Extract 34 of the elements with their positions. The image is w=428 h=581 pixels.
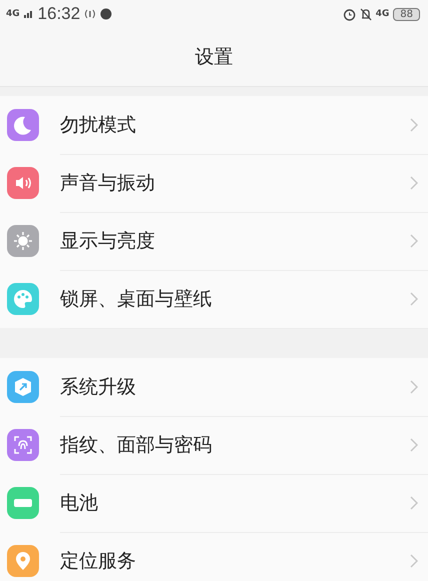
page-title: 设置	[195, 45, 233, 70]
row-label: 勿扰模式	[60, 112, 136, 138]
battery-level: 88	[393, 8, 420, 20]
settings-row[interactable]: 勿扰模式	[0, 96, 428, 154]
row-label: 显示与亮度	[60, 228, 155, 254]
network-label: 4G	[376, 9, 390, 19]
signal-icon	[24, 10, 34, 18]
settings-row[interactable]: 指纹、面部与密码	[0, 416, 428, 474]
alarm-icon	[342, 8, 356, 20]
settings-row[interactable]: 电池	[0, 474, 428, 532]
hotspot-icon	[84, 9, 96, 19]
row-label: 锁屏、桌面与壁纸	[60, 286, 212, 312]
settings-row[interactable]: 系统升级	[0, 358, 428, 416]
chevron-icon	[410, 234, 418, 248]
row-label: 系统升级	[60, 374, 136, 400]
chevron-icon	[410, 496, 418, 510]
chevron-icon	[410, 554, 418, 568]
chevron-icon	[410, 438, 418, 452]
settings-row[interactable]: 显示与亮度	[0, 212, 428, 270]
row-label: 指纹、面部与密码	[60, 432, 212, 458]
clock-time: 16:32	[38, 4, 80, 24]
chevron-icon	[410, 118, 418, 132]
row-label: 定位服务	[60, 548, 136, 574]
network-label: 4G	[6, 9, 20, 19]
settings-row[interactable]: 锁屏、桌面与壁纸	[0, 270, 428, 328]
settings-row[interactable]: 声音与振动	[0, 154, 428, 212]
muted-bell-icon	[360, 8, 372, 20]
chevron-icon	[410, 292, 418, 306]
row-label: 声音与振动	[60, 170, 155, 196]
chevron-icon	[410, 176, 418, 190]
chevron-icon	[410, 380, 418, 394]
settings-row[interactable]: 定位服务	[0, 532, 428, 581]
ball-icon	[100, 8, 112, 20]
row-label: 电池	[60, 490, 98, 516]
